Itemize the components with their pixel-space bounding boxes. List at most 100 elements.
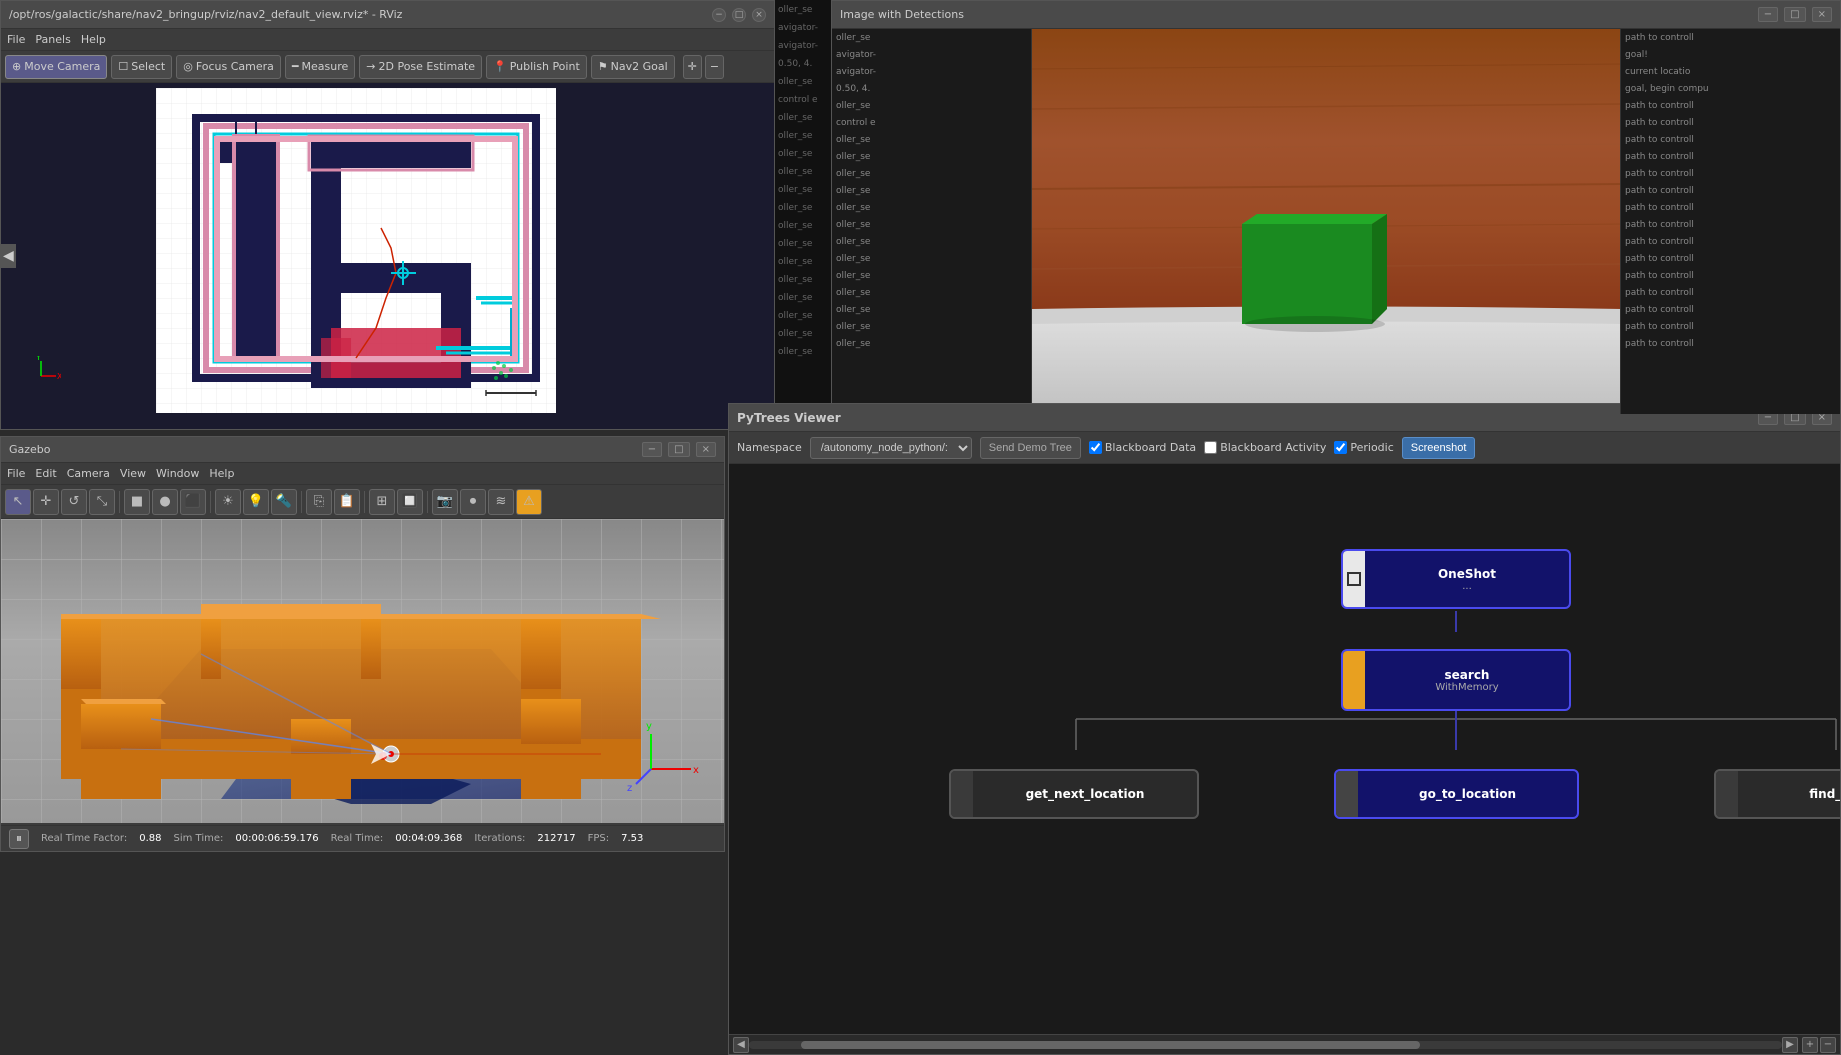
rviz-content[interactable]: ◀ (1, 83, 774, 429)
log-entry: oller_se (832, 284, 1031, 301)
blackboard-data-label[interactable]: Blackboard Data (1105, 441, 1196, 454)
screenshot-btn[interactable]: Screenshot (1402, 437, 1476, 459)
image-view[interactable]: path to controll goal! current locatio g… (1032, 29, 1840, 414)
log-line: oller_se (775, 234, 831, 252)
log-entry-right: path to controll (1621, 284, 1840, 301)
gz-rotate-tool[interactable]: ↺ (61, 489, 87, 515)
gz-menu-edit[interactable]: Edit (35, 467, 56, 480)
blackboard-data-checkbox[interactable] (1089, 441, 1102, 454)
rviz-map[interactable] (156, 88, 556, 413)
zoom-out-btn[interactable]: − (1820, 1037, 1836, 1053)
image-close-btn[interactable]: × (1812, 7, 1832, 22)
gz-screenshot[interactable]: 📷 (432, 489, 458, 515)
gz-3d-scene[interactable]: x y z (1, 519, 724, 823)
periodic-label[interactable]: Periodic (1350, 441, 1393, 454)
namespace-select[interactable]: /autonomy_node_python/: (810, 437, 972, 459)
gz-scene-svg: x y z (1, 519, 724, 809)
gz-scale-tool[interactable]: ⤡ (89, 489, 115, 515)
scroll-left-btn[interactable]: ◀ (733, 1037, 749, 1053)
rviz-tool-nav2-goal[interactable]: ⚑ Nav2 Goal (591, 55, 675, 79)
gz-extra[interactable]: ≋ (488, 489, 514, 515)
scroll-right-btn[interactable]: ▶ (1782, 1037, 1798, 1053)
gz-warning[interactable]: ⚠ (516, 489, 542, 515)
oneshot-name: OneShot (1438, 567, 1496, 581)
log-entry: oller_se (832, 29, 1031, 46)
image-titlebar: Image with Detections − □ × (832, 1, 1840, 29)
scroll-track[interactable] (749, 1041, 1782, 1049)
rviz-menu-file[interactable]: File (7, 33, 25, 46)
gz-record[interactable]: ⏺ (460, 489, 486, 515)
scroll-thumb[interactable] (801, 1041, 1421, 1049)
rviz-maximize-btn[interactable]: □ (732, 8, 746, 22)
gz-light-spot[interactable]: 🔦 (271, 489, 297, 515)
rviz-tool-extra2[interactable]: − (705, 55, 724, 79)
rviz-side-arrow[interactable]: ◀ (1, 244, 16, 268)
rviz-tool-extra1[interactable]: ✛ (683, 55, 702, 79)
image-title: Image with Detections (840, 8, 964, 21)
gz-shape-box[interactable]: ■ (124, 489, 150, 515)
rviz-tool-measure[interactable]: ━ Measure (285, 55, 355, 79)
gz-paste[interactable]: 📋 (334, 489, 360, 515)
log-entry-right: path to controll (1621, 165, 1840, 182)
go-to-location-name: go_to_location (1419, 787, 1516, 801)
gazebo-play-btn[interactable]: ⏸ (9, 829, 29, 849)
gz-shape-sphere[interactable]: ● (152, 489, 178, 515)
rviz-win-controls: − □ × (712, 8, 766, 22)
image-maximize-btn[interactable]: □ (1784, 7, 1805, 22)
rviz-close-btn[interactable]: × (752, 8, 766, 22)
rviz-tool-focus-camera[interactable]: ◎ Focus Camera (176, 55, 281, 79)
get-next-location-indicator (951, 771, 973, 817)
sim-time-value: 00:00:06:59.176 (235, 833, 318, 844)
rviz-menu-panels[interactable]: Panels (35, 33, 70, 46)
rviz-tool-move-camera[interactable]: ⊕ Move Camera (5, 55, 107, 79)
image-minimize-btn[interactable]: − (1758, 7, 1778, 22)
blackboard-activity-label[interactable]: Blackboard Activity (1220, 441, 1326, 454)
pytrees-scrollbar[interactable]: ◀ ▶ + − (729, 1034, 1840, 1054)
oneshot-node[interactable]: OneShot ... (1341, 549, 1571, 609)
go-to-location-node[interactable]: go_to_location (1334, 769, 1579, 819)
gz-copy[interactable]: ⎘ (306, 489, 332, 515)
fps-label: FPS: (588, 833, 610, 844)
periodic-group: Periodic (1334, 441, 1393, 454)
rviz-tool-select[interactable]: ☐ Select (111, 55, 172, 79)
periodic-checkbox[interactable] (1334, 441, 1347, 454)
rviz-minimize-btn[interactable]: − (712, 8, 726, 22)
iterations-value: 212717 (537, 833, 575, 844)
gz-select-tool[interactable]: ↖ (5, 489, 31, 515)
send-demo-tree-btn[interactable]: Send Demo Tree (980, 437, 1081, 459)
gazebo-minimize-btn[interactable]: − (642, 442, 662, 457)
rviz-menu-help[interactable]: Help (81, 33, 106, 46)
log-line: avigator- (775, 36, 831, 54)
rviz-tool-publish-point[interactable]: 📍 Publish Point (486, 55, 587, 79)
log-line: oller_se (775, 306, 831, 324)
image-detections-window: Image with Detections − □ × oller_se avi… (831, 0, 1841, 415)
log-entry: oller_se (832, 131, 1031, 148)
gz-menu-file[interactable]: File (7, 467, 25, 480)
search-node[interactable]: search WithMemory (1341, 649, 1571, 711)
gz-menu-help[interactable]: Help (209, 467, 234, 480)
pytrees-title: PyTrees Viewer (737, 411, 841, 425)
gz-light-sun[interactable]: ☀ (215, 489, 241, 515)
find-blue-node[interactable]: find_blue (1714, 769, 1840, 819)
gazebo-3d-content[interactable]: x y z (1, 519, 724, 823)
gazebo-close-btn[interactable]: × (696, 442, 716, 457)
blackboard-activity-checkbox[interactable] (1204, 441, 1217, 454)
zoom-in-btn[interactable]: + (1802, 1037, 1818, 1053)
gz-light-point[interactable]: 💡 (243, 489, 269, 515)
gz-menu-view[interactable]: View (120, 467, 146, 480)
gz-align[interactable]: ⊞ (369, 489, 395, 515)
gz-shape-cylinder[interactable]: ⬛ (180, 489, 206, 515)
get-next-location-node[interactable]: get_next_location (949, 769, 1199, 819)
gz-menu-window[interactable]: Window (156, 467, 199, 480)
log-entry: avigator- (832, 46, 1031, 63)
log-entry: control e (832, 114, 1031, 131)
log-line: oller_se (775, 288, 831, 306)
pytrees-tree-content[interactable]: OneShot ... search WithMemory get_next_l… (729, 464, 1840, 1054)
gz-translate-tool[interactable]: ✛ (33, 489, 59, 515)
gz-menu-camera[interactable]: Camera (67, 467, 110, 480)
log-entry: oller_se (832, 97, 1031, 114)
rviz-tool-pose-estimate[interactable]: → 2D Pose Estimate (359, 55, 482, 79)
log-line: oller_se (775, 162, 831, 180)
gazebo-maximize-btn[interactable]: □ (668, 442, 689, 457)
gz-snap[interactable]: 🔲 (397, 489, 423, 515)
